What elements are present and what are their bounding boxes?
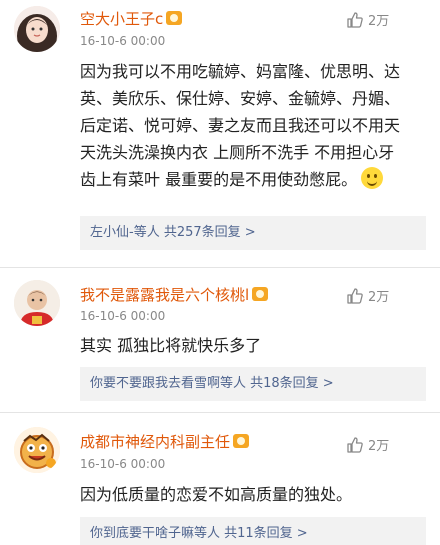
timestamp: 16-10-6 00:00 [80,309,166,323]
username[interactable]: 我不是露露我是六个核桃l [80,284,269,305]
replies-link[interactable]: 你到底要干啥子嘛等人 共11条回复 > [80,517,426,545]
thumbs-up-icon [347,436,363,453]
like-button[interactable]: 2万 [346,286,389,305]
replies-link[interactable]: 左小仙-等人 共257条回复 > [80,216,426,250]
timestamp: 16-10-6 00:00 [80,34,166,48]
avatar[interactable] [14,280,60,326]
divider [0,267,440,268]
like-count: 2万 [368,290,390,305]
avatar[interactable] [14,427,60,473]
vip-badge-icon [252,287,269,301]
like-button[interactable]: 2万 [346,435,389,454]
comment-text: 其实 孤独比将就快乐多了 [80,336,262,355]
thumbs-up-icon [347,11,363,28]
comment-text: 因为我可以不用吃毓婷、妈富隆、优思明、达英、美欣乐、保仕婷、安婷、金毓婷、丹媚、… [80,62,401,189]
like-count: 2万 [368,14,390,29]
comment-item: 我不是露露我是六个核桃l 16-10-6 00:00 2万 其实 孤独比将就快乐… [0,270,440,413]
like-button[interactable]: 2万 [346,10,389,29]
comment-text: 因为低质量的恋爱不如高质量的独处。 [80,485,353,504]
comment-item: 空大小王子c 16-10-6 00:00 2万 因为我可以不用吃毓婷、妈富隆、优… [0,0,440,270]
username[interactable]: 成都市神经内科副主任 [80,431,250,452]
vip-badge-icon [233,434,250,448]
username[interactable]: 空大小王子c [80,8,183,29]
thumbs-up-icon [347,287,363,304]
like-count: 2万 [368,439,390,454]
avatar[interactable] [14,6,60,52]
vip-badge-icon [166,11,183,25]
comment-item: 成都市神经内科副主任 16-10-6 00:00 2万 因为低质量的恋爱不如高质… [0,413,440,545]
smile-emoji-icon [361,167,384,189]
replies-link[interactable]: 你要不要跟我去看雪啊等人 共18条回复 > [80,367,426,401]
timestamp: 16-10-6 00:00 [80,457,166,471]
